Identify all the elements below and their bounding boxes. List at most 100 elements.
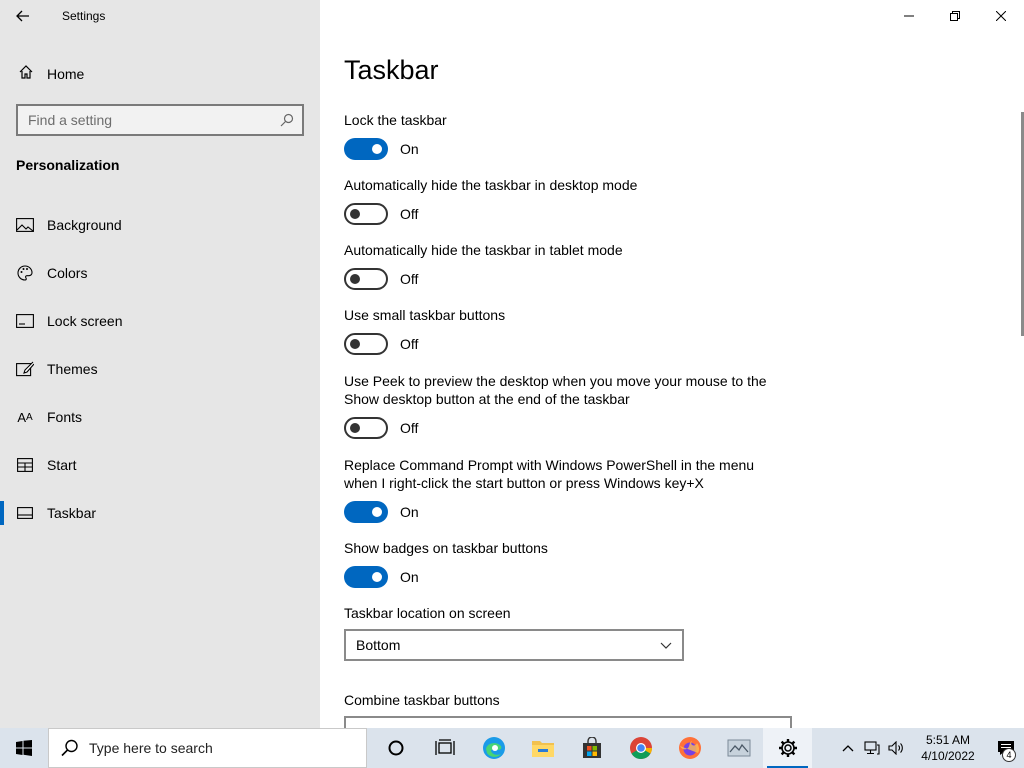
sidebar-item-taskbar[interactable]: Taskbar	[0, 489, 320, 537]
setting-location-label: Taskbar location on screen	[344, 604, 784, 622]
start-button[interactable]	[0, 728, 48, 768]
toggle-state: On	[400, 569, 419, 585]
start-layout-icon	[16, 458, 34, 472]
store-icon	[582, 737, 601, 758]
sidebar-item-fonts[interactable]: AA Fonts	[0, 393, 320, 441]
home-icon	[17, 64, 35, 84]
picture-icon	[16, 218, 34, 232]
brush-icon	[16, 361, 34, 377]
sidebar-item-lock-screen[interactable]: Lock screen	[0, 297, 320, 345]
toggle-knob	[372, 507, 382, 517]
setting-label: Use Peek to preview the desktop when you…	[344, 373, 767, 407]
sidebar-item-label: Colors	[47, 265, 88, 281]
home-nav-item[interactable]: Home	[0, 56, 320, 92]
find-setting-search[interactable]	[16, 104, 304, 136]
combine-buttons-dropdown[interactable]	[344, 716, 792, 728]
home-label: Home	[47, 66, 85, 82]
network-button[interactable]	[860, 728, 884, 768]
back-arrow-icon	[16, 10, 29, 22]
action-center-button[interactable]: 4	[988, 728, 1024, 768]
settings-app[interactable]	[763, 728, 812, 768]
network-map-app[interactable]	[714, 728, 763, 768]
sidebar-item-themes[interactable]: Themes	[0, 345, 320, 393]
file-explorer-icon	[531, 741, 554, 757]
sidebar-item-background[interactable]: Background	[0, 201, 320, 249]
store-app[interactable]	[567, 728, 616, 768]
chevron-down-icon	[660, 642, 672, 649]
sidebar-item-start[interactable]: Start	[0, 441, 320, 489]
autohide-tablet-toggle[interactable]	[344, 268, 388, 290]
toggle-knob	[350, 274, 360, 284]
toggle-state: Off	[400, 336, 419, 352]
window-controls	[886, 0, 1024, 32]
taskbar-search-box[interactable]: Type here to search	[48, 728, 367, 768]
toggle-state: Off	[400, 420, 419, 436]
close-icon	[996, 11, 1006, 21]
dropdown-value: Bottom	[356, 637, 401, 653]
restore-button[interactable]	[932, 0, 978, 32]
font-icon: AA	[17, 409, 33, 425]
powershell-toggle[interactable]	[344, 501, 388, 523]
setting-badges: Show badges on taskbar buttons On	[344, 539, 784, 588]
edge-app[interactable]	[469, 728, 518, 768]
sidebar-item-colors[interactable]: Colors	[0, 249, 320, 297]
lock-taskbar-toggle[interactable]	[344, 138, 388, 160]
setting-label: Use small taskbar buttons	[344, 307, 506, 323]
sidebar-item-label: Lock screen	[47, 313, 123, 329]
peek-toggle[interactable]	[344, 417, 388, 439]
cortana-icon	[388, 740, 403, 756]
chevron-up-icon	[842, 745, 854, 752]
chrome-app[interactable]	[616, 728, 665, 768]
close-button[interactable]	[978, 0, 1024, 32]
palette-icon	[16, 265, 34, 281]
taskbar-location-dropdown[interactable]: Bottom	[344, 629, 684, 661]
setting-combine-label: Combine taskbar buttons	[344, 691, 784, 709]
toggle-state: Off	[400, 271, 419, 287]
clock-date: 4/10/2022	[921, 749, 975, 763]
autohide-desktop-toggle[interactable]	[344, 203, 388, 225]
toggle-state: On	[400, 504, 419, 520]
back-button[interactable]	[0, 0, 46, 32]
sidebar-item-label: Themes	[47, 361, 98, 377]
task-view-button[interactable]	[420, 728, 469, 768]
setting-lock-taskbar: Lock the taskbar On	[344, 111, 784, 160]
title-bar: Settings	[0, 0, 320, 32]
edge-icon	[482, 737, 505, 759]
app-title: Settings	[62, 9, 106, 23]
sidebar-item-label: Start	[47, 457, 77, 473]
file-explorer-app[interactable]	[518, 728, 567, 768]
toggle-state: Off	[400, 206, 419, 222]
setting-autohide-desktop: Automatically hide the taskbar in deskto…	[344, 176, 784, 225]
show-hidden-icons-button[interactable]	[836, 728, 860, 768]
toggle-knob	[350, 339, 360, 349]
firefox-app[interactable]	[665, 728, 714, 768]
section-title: Personalization	[16, 157, 120, 173]
toggle-state: On	[400, 141, 419, 157]
setting-label: Automatically hide the taskbar in deskto…	[344, 177, 638, 193]
restore-icon	[950, 11, 960, 21]
setting-small-buttons: Use small taskbar buttons Off	[344, 306, 784, 355]
small-buttons-toggle[interactable]	[344, 333, 388, 355]
badges-toggle[interactable]	[344, 566, 388, 588]
nav-list: Background Colors Lock screen Themes AA …	[0, 201, 320, 537]
main-content: Taskbar Lock the taskbar On Automaticall…	[320, 0, 1024, 728]
cortana-button[interactable]	[371, 728, 420, 768]
minimize-button[interactable]	[886, 0, 932, 32]
sidebar: Settings Home Personalization Background…	[0, 0, 320, 728]
sidebar-item-label: Fonts	[47, 409, 83, 425]
search-input[interactable]	[18, 112, 268, 128]
volume-icon	[888, 741, 903, 755]
volume-button[interactable]	[884, 728, 908, 768]
setting-label: Taskbar location on screen	[344, 605, 511, 621]
search-icon	[280, 113, 294, 127]
sidebar-item-label: Taskbar	[47, 505, 97, 521]
windows-logo-icon	[16, 740, 32, 756]
network-map-icon	[727, 739, 750, 757]
clock[interactable]: 5:51 AM 4/10/2022	[908, 732, 988, 764]
search-placeholder: Type here to search	[89, 740, 213, 756]
taskbar-icon	[16, 507, 34, 519]
toggle-knob	[372, 572, 382, 582]
setting-label: Lock the taskbar	[344, 112, 447, 128]
setting-powershell: Replace Command Prompt with Windows Powe…	[344, 456, 784, 523]
lock-screen-icon	[16, 314, 34, 328]
